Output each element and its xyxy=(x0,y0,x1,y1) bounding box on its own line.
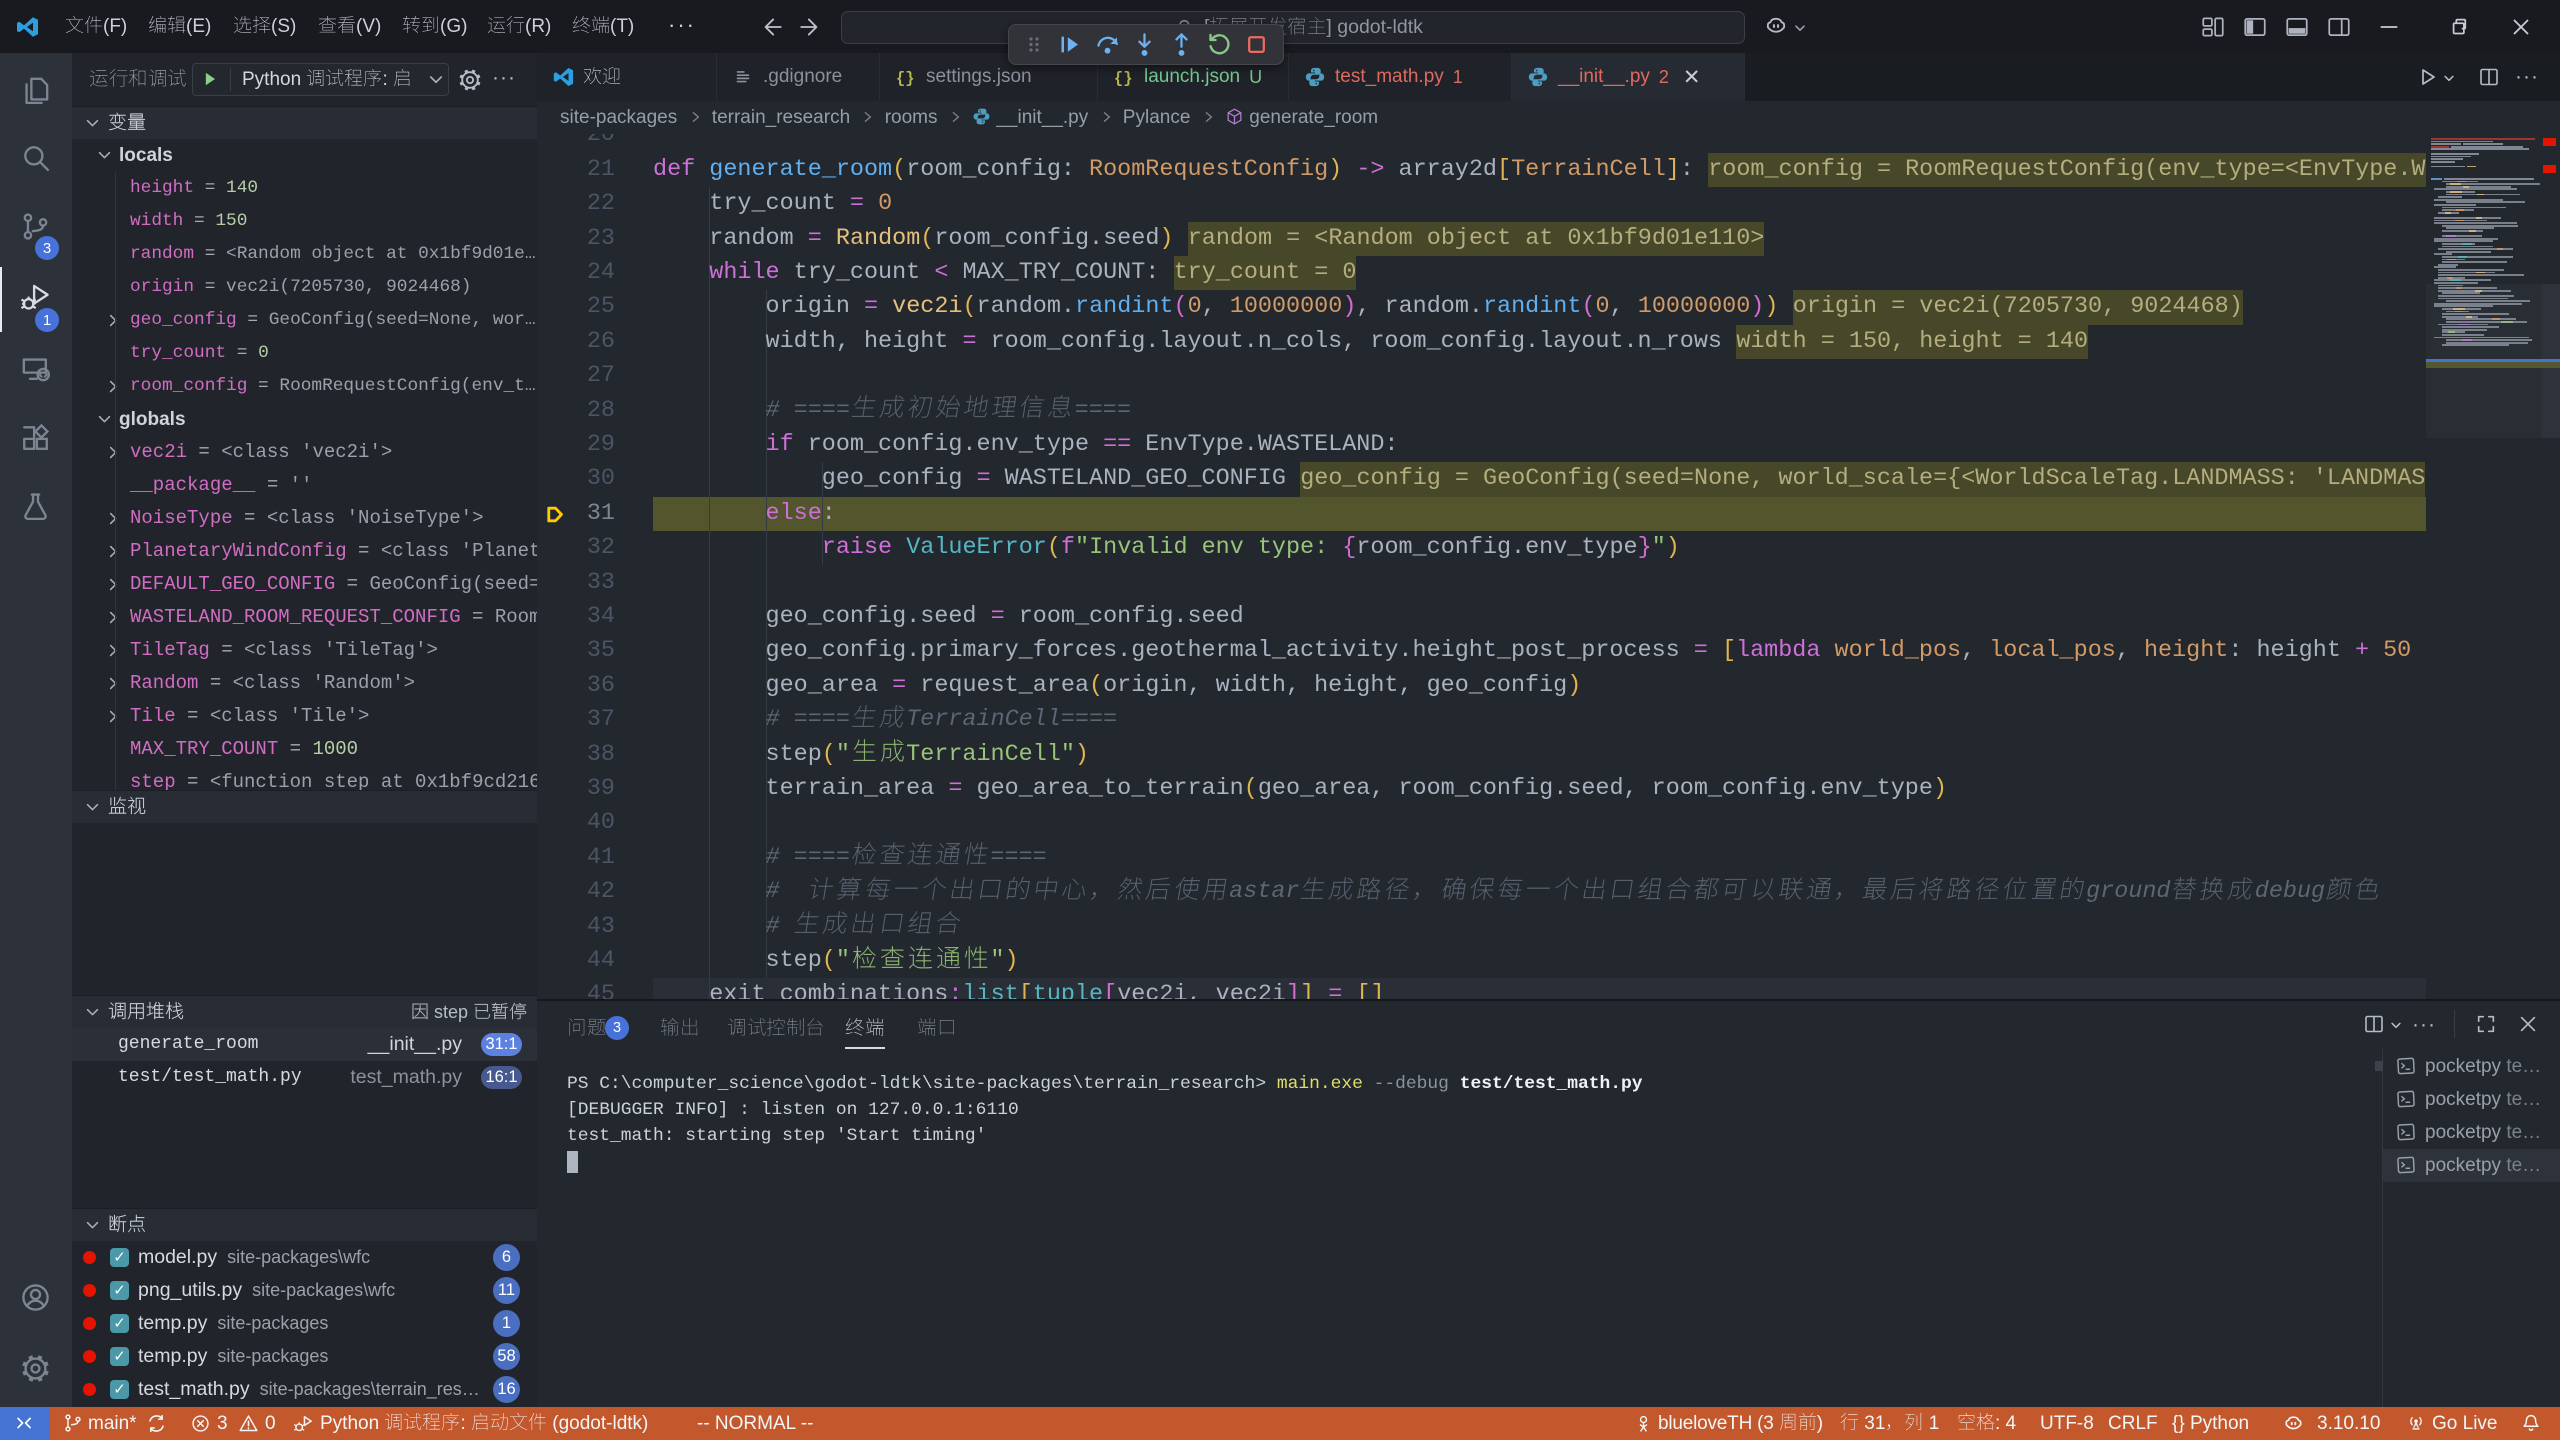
svg-text:{}: {} xyxy=(1114,70,1133,88)
svg-text:{}: {} xyxy=(896,70,915,88)
